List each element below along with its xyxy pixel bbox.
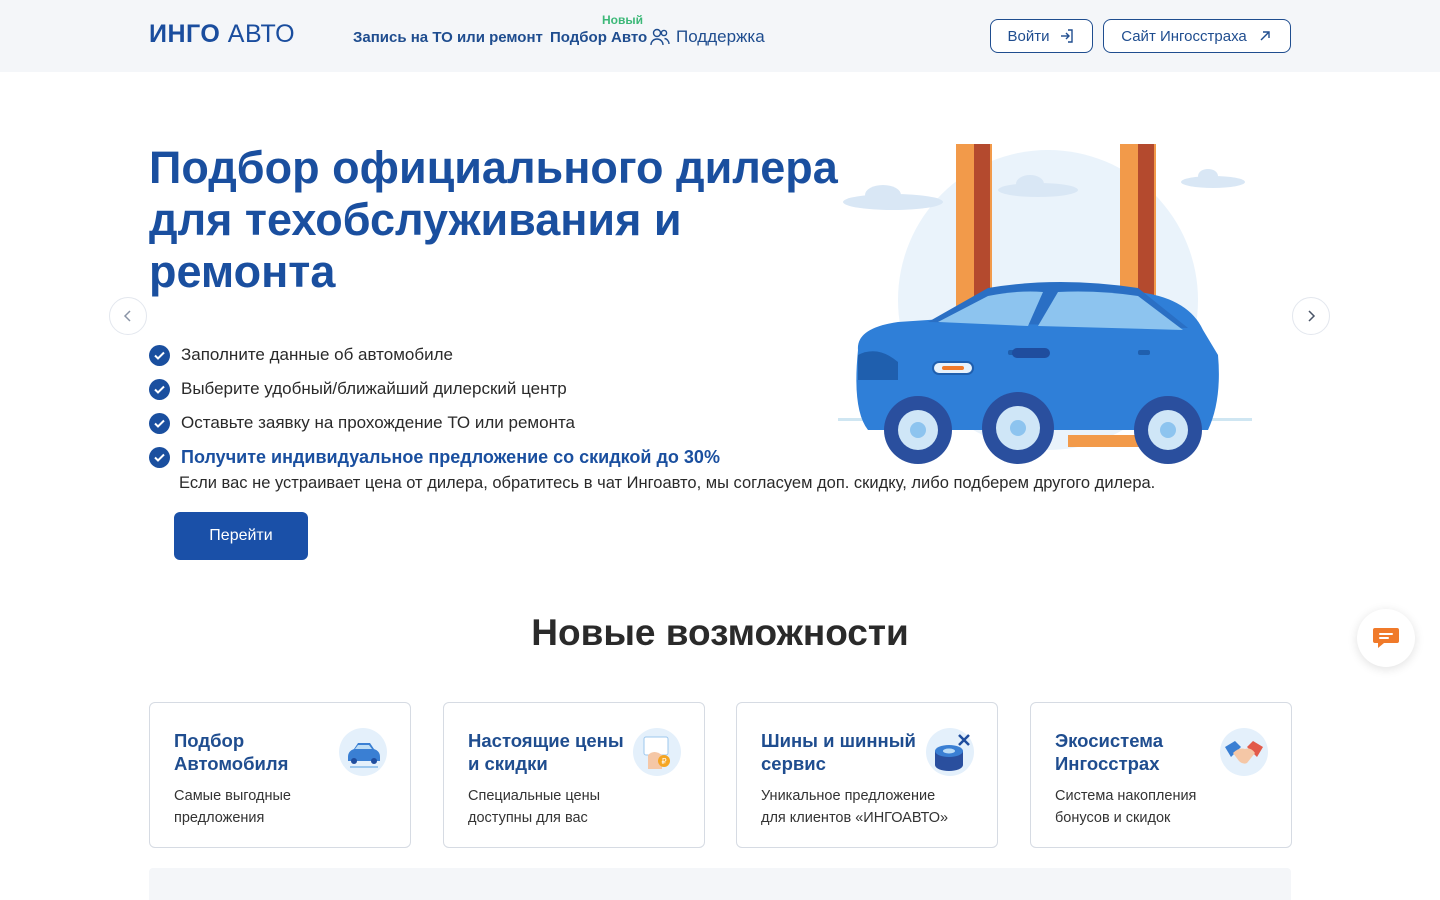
new-badge: Новый (602, 13, 643, 27)
check-icon (149, 412, 170, 434)
card-title: Шины и шинный сервис (761, 730, 916, 774)
hero-note: Если вас не устраивает цена от дилера, о… (179, 474, 1156, 492)
feature-text: Выберите удобный/ближайший дилерский цен… (181, 379, 567, 398)
card-title: Настоящие цены и скидки (468, 730, 624, 774)
check-icon (149, 446, 170, 468)
chevron-left-icon (123, 310, 131, 322)
carousel-prev-button[interactable] (109, 297, 147, 335)
login-icon (1061, 29, 1074, 43)
go-button[interactable]: Перейти (174, 512, 308, 560)
handshake-icon (1220, 728, 1268, 776)
feature-item: Оставьте заявку на прохождение ТО или ре… (149, 406, 720, 440)
logo-light: АВТО (227, 20, 296, 48)
feature-text: Получите индивидуальное предложение со с… (181, 446, 720, 467)
feature-item: Выберите удобный/ближайший дилерский цен… (149, 372, 720, 406)
nav-support-label: Поддержка (676, 27, 765, 46)
chat-icon (1373, 628, 1399, 648)
login-label: Войти (1007, 27, 1050, 45)
feature-item: Заполните данные об автомобиле (149, 338, 720, 372)
card-title: Экосистема Ингосстрах (1055, 730, 1164, 774)
feature-text: Оставьте заявку на прохождение ТО или ре… (181, 413, 576, 432)
ingos-site-button[interactable]: Сайт Ингосстраха (1103, 19, 1291, 53)
card-real-prices[interactable]: Настоящие цены и скидки Специальные цены… (443, 702, 705, 848)
header: ИНГО АВТО Запись на ТО или ремонт Подбор… (0, 0, 1440, 72)
nav-service-booking[interactable]: Запись на ТО или ремонт (353, 29, 543, 46)
card-desc: Система накопления бонусов и скидок (1055, 788, 1197, 826)
carousel-next-button[interactable] (1292, 297, 1330, 335)
logo[interactable]: ИНГО АВТО (149, 20, 295, 49)
card-desc: Специальные цены доступны для вас (468, 788, 601, 826)
ingos-site-label: Сайт Ингосстраха (1121, 27, 1247, 45)
card-tires[interactable]: Шины и шинный сервис Уникальное предложе… (736, 702, 998, 848)
car-lift-illustration (838, 144, 1252, 464)
nav-support[interactable]: Поддержка (650, 27, 765, 47)
login-button[interactable]: Войти (990, 19, 1093, 53)
card-car-selection[interactable]: Подбор Автомобиля Самые выгодные предлож… (149, 702, 411, 848)
external-link-icon (1260, 31, 1270, 41)
price-tag-icon: ₽ (633, 728, 681, 776)
check-icon (149, 344, 170, 366)
card-desc: Самые выгодные предложения (174, 788, 291, 826)
card-desc: Уникальное предложение для клиентов «ИНГ… (761, 788, 949, 826)
feature-item-discount: Получите индивидуальное предложение со с… (149, 440, 720, 474)
car-icon (339, 728, 387, 776)
nav-car-selection[interactable]: Подбор Авто (550, 29, 647, 46)
section-title: Новые возможности (531, 612, 909, 653)
tires-icon (926, 728, 974, 776)
next-section-strip (149, 868, 1291, 900)
logo-bold: ИНГО (149, 20, 221, 48)
users-icon (650, 28, 670, 46)
feature-list: Заполните данные об автомобиле Выберите … (149, 338, 720, 474)
chevron-right-icon (1308, 310, 1316, 322)
svg-text:₽: ₽ (661, 757, 666, 766)
check-icon (149, 378, 170, 400)
hero-title: Подбор официального дилера для техобслуж… (149, 142, 838, 297)
card-ecosystem[interactable]: Экосистема Ингосстрах Система накопления… (1030, 702, 1292, 848)
feature-text: Заполните данные об автомобиле (181, 345, 453, 364)
card-title: Подбор Автомобиля (174, 730, 289, 774)
chat-button[interactable] (1357, 609, 1415, 667)
